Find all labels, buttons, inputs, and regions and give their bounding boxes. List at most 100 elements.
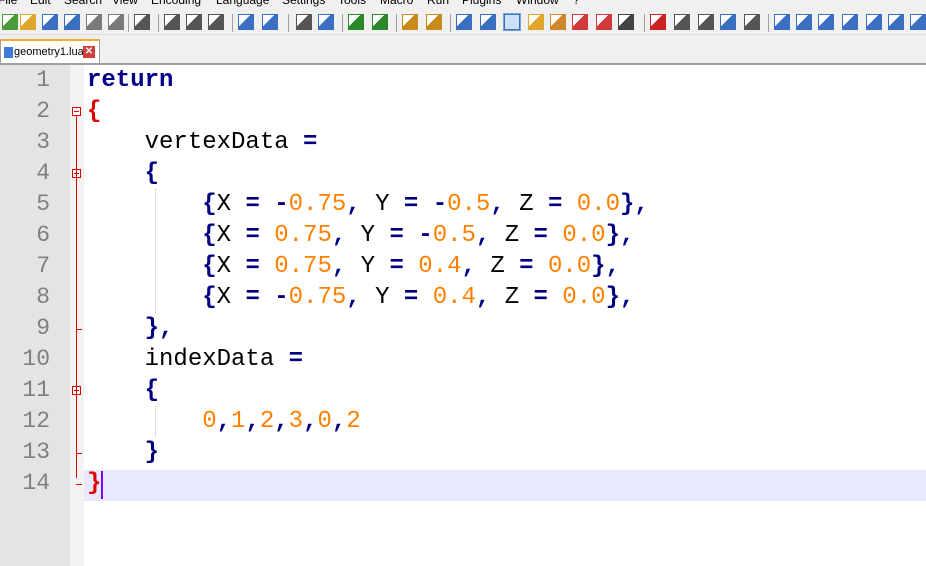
plugin-b-icon[interactable]	[796, 14, 812, 30]
indent-guide	[155, 406, 156, 437]
udl-icon[interactable]	[528, 14, 544, 30]
menu-window[interactable]: Window	[516, 0, 559, 7]
code-line[interactable]: vertexData =	[87, 127, 318, 158]
folder-workspace-icon[interactable]	[596, 14, 612, 30]
find-icon[interactable]	[296, 14, 312, 30]
close-icon[interactable]	[86, 14, 102, 30]
code-line[interactable]: {	[87, 375, 159, 406]
code-token: -	[274, 191, 289, 218]
plugin-e-icon[interactable]	[910, 14, 926, 30]
word-wrap-icon[interactable]	[456, 14, 472, 30]
code-line[interactable]: }	[87, 468, 101, 499]
code-token: vertexData	[87, 129, 304, 156]
menu-search[interactable]: Search	[64, 0, 102, 7]
code-token: ,	[331, 222, 347, 249]
menu-language[interactable]: Language	[216, 0, 269, 7]
menu-[interactable]: ?	[573, 0, 580, 7]
code-token: =	[533, 222, 548, 249]
code-line[interactable]: {X = 0.75, Y = 0.4, Z = 0.0},	[87, 251, 620, 282]
new-file-icon[interactable]	[2, 14, 18, 30]
play-macro-icon[interactable]	[698, 14, 714, 30]
replace-icon[interactable]	[318, 14, 334, 30]
up-icon[interactable]	[866, 14, 882, 30]
sync-vertical-icon[interactable]	[402, 14, 418, 30]
code-line[interactable]: {	[87, 158, 159, 189]
zoom-out-icon[interactable]	[372, 14, 388, 30]
code-token: -	[432, 191, 448, 218]
tab-bar: geometry1.lua ✕	[0, 35, 926, 65]
indent-guide-icon[interactable]	[503, 13, 521, 31]
code-line[interactable]: {X = -0.75, Y = -0.5, Z = 0.0},	[87, 189, 649, 220]
toolbar-separator	[288, 14, 289, 32]
paste-icon[interactable]	[208, 14, 224, 30]
code-token: ,	[303, 408, 318, 435]
code-token: 0.5	[447, 191, 491, 218]
plugin-a-icon[interactable]	[774, 14, 790, 30]
undo-icon[interactable]	[238, 14, 254, 30]
menu-edit[interactable]: Edit	[30, 0, 51, 7]
print-icon[interactable]	[134, 14, 150, 30]
code-line[interactable]: }	[87, 437, 159, 468]
menu-file[interactable]: File	[0, 0, 17, 7]
code-token: 0.0	[547, 253, 592, 280]
code-token: =	[303, 129, 318, 156]
plugin-c-icon[interactable]	[818, 14, 834, 30]
redo-icon[interactable]	[262, 14, 278, 30]
line-number: 14	[22, 470, 50, 496]
code-token: Y	[346, 222, 390, 249]
code-token: 1	[231, 408, 246, 435]
menu-plugins[interactable]: Plugins	[462, 0, 501, 7]
down-icon[interactable]	[888, 14, 904, 30]
toolbar-separator	[644, 14, 645, 32]
copy-icon[interactable]	[186, 14, 202, 30]
toolbar-separator	[232, 14, 233, 32]
sync-horizontal-icon[interactable]	[426, 14, 442, 30]
record-macro-icon[interactable]	[650, 14, 666, 30]
fold-end-marker	[76, 484, 82, 485]
stop-macro-icon[interactable]	[674, 14, 690, 30]
close-all-icon[interactable]	[108, 14, 124, 30]
toolbar-separator	[396, 14, 397, 32]
plugin-d-icon[interactable]	[842, 14, 858, 30]
fold-margin[interactable]	[70, 65, 84, 566]
run-macro-multiple-icon[interactable]	[720, 14, 736, 30]
menu-tools[interactable]: Tools	[338, 0, 366, 7]
code-token: =	[288, 346, 304, 373]
menu-settings[interactable]: Settings	[282, 0, 325, 7]
code-line[interactable]: return	[87, 65, 173, 96]
save-all-icon[interactable]	[64, 14, 80, 30]
code-token: Y	[346, 253, 390, 280]
code-token: {	[87, 98, 102, 125]
code-line[interactable]: {	[87, 96, 101, 127]
code-token: 0.0	[562, 284, 606, 311]
menu-macro[interactable]: Macro	[380, 0, 413, 7]
code-line[interactable]: {X = -0.75, Y = 0.4, Z = 0.0},	[87, 282, 634, 313]
fold-toggle-icon[interactable]	[72, 107, 81, 116]
code-token: X	[216, 284, 246, 311]
tab-geometry1-lua[interactable]: geometry1.lua ✕	[0, 39, 100, 63]
menu-encoding[interactable]: Encoding	[151, 0, 201, 7]
code-token: {	[202, 284, 217, 311]
open-file-icon[interactable]	[20, 14, 36, 30]
close-tab-icon[interactable]: ✕	[83, 46, 95, 58]
menu-view[interactable]: View	[112, 0, 138, 7]
zoom-in-icon[interactable]	[348, 14, 364, 30]
save-icon[interactable]	[42, 14, 58, 30]
monitoring-icon[interactable]	[618, 14, 634, 30]
code-line[interactable]: {X = 0.75, Y = -0.5, Z = 0.0},	[87, 220, 634, 251]
doc-map-icon[interactable]	[550, 14, 566, 30]
cut-icon[interactable]	[164, 14, 180, 30]
function-list-icon[interactable]	[572, 14, 588, 30]
show-all-chars-icon[interactable]	[480, 14, 496, 30]
code-line[interactable]: 0,1,2,3,0,2	[87, 406, 360, 437]
code-line[interactable]: },	[87, 313, 174, 344]
code-editor[interactable]: 1 return 2 {3 vertexData = 4 {5 {X = -0.75, …	[0, 65, 926, 566]
save-macro-icon[interactable]	[744, 14, 760, 30]
menu-run[interactable]: Run	[427, 0, 449, 7]
code-line[interactable]: indexData =	[87, 344, 303, 375]
code-token: ,	[346, 191, 361, 218]
